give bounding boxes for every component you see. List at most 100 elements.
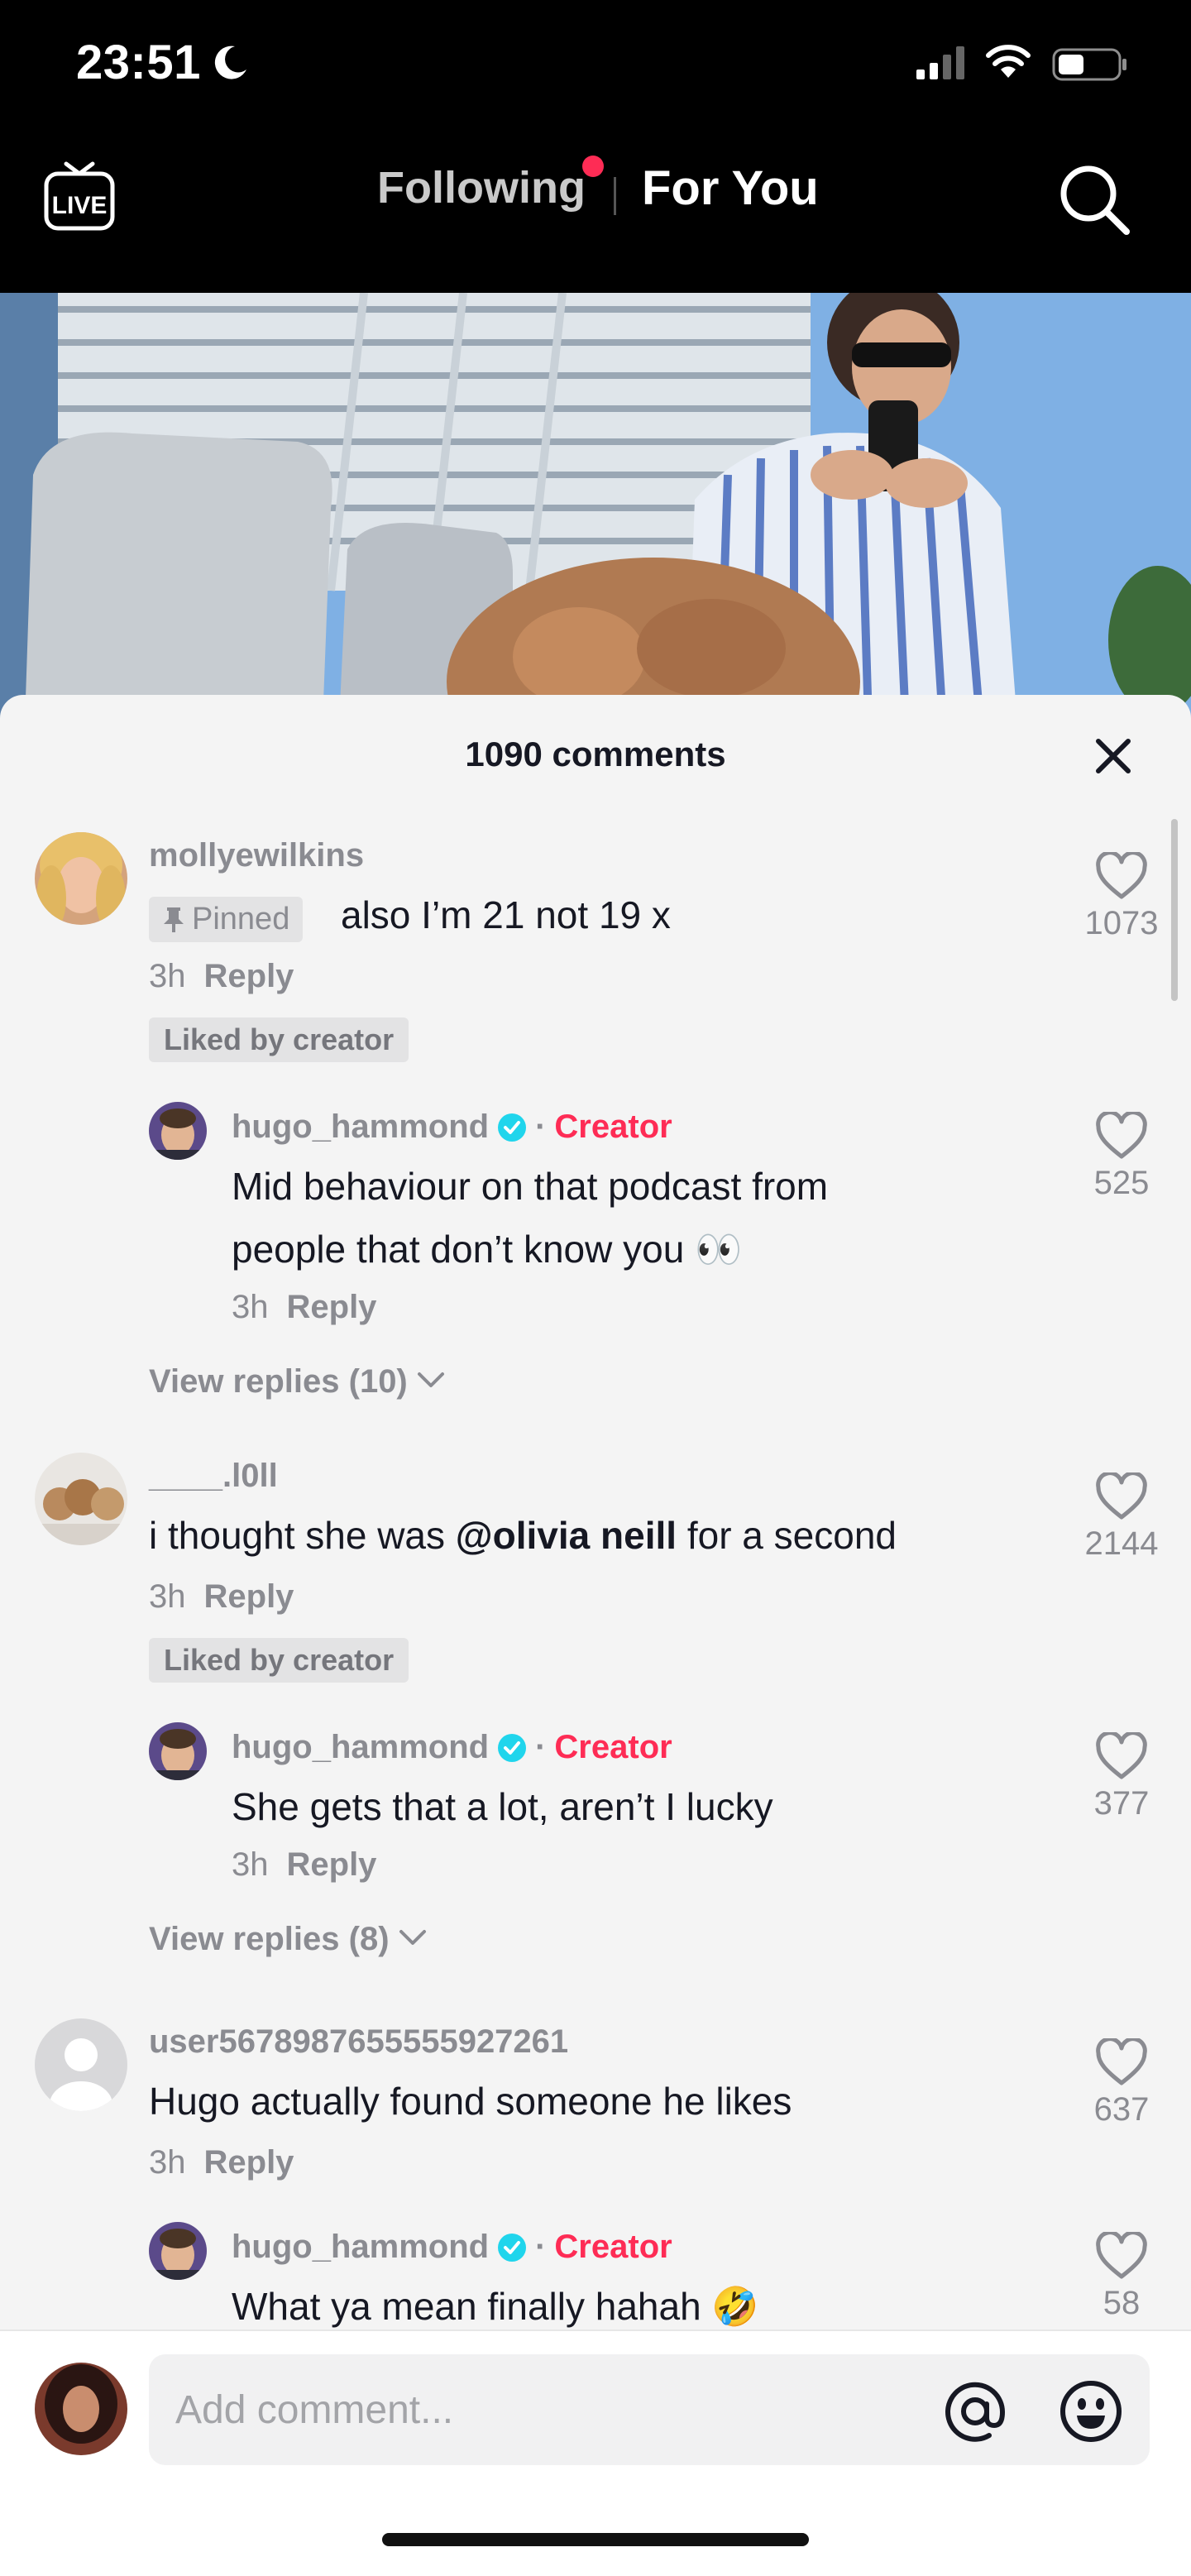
- view-replies-button[interactable]: View replies (10): [149, 1363, 446, 1401]
- like-count: 525: [1093, 1165, 1150, 1201]
- comments-sheet: 1090 comments mollyewilkins Pinned also …: [0, 695, 1191, 2576]
- reply-meta: 3h Reply: [232, 1289, 376, 1326]
- avatar-image: [149, 1102, 207, 1160]
- avatar[interactable]: [149, 2222, 207, 2280]
- like-button[interactable]: 637: [1072, 2038, 1171, 2128]
- live-icon[interactable]: LIVE: [43, 159, 116, 233]
- at-icon[interactable]: [943, 2379, 1007, 2444]
- comment-time: 3h: [149, 2144, 186, 2181]
- heart-icon: [1096, 2232, 1147, 2279]
- comment-input-box[interactable]: [149, 2354, 1150, 2465]
- scrollbar[interactable]: [1171, 819, 1178, 1001]
- reply-time: 3h: [232, 1289, 269, 1325]
- avatar[interactable]: [149, 1102, 207, 1160]
- comment-text: i thought she was @olivia neill for a se…: [149, 1504, 897, 1567]
- like-count: 377: [1093, 1785, 1150, 1822]
- reply-username[interactable]: hugo_hammond: [232, 1729, 489, 1765]
- nav-divider: [614, 177, 616, 215]
- comment-username[interactable]: ____.l0ll: [149, 1458, 278, 1495]
- avatar[interactable]: [149, 1722, 207, 1780]
- reply-text-line-2: people that don’t know you 👀: [232, 1228, 743, 1271]
- comments-count-title: 1090 comments: [465, 735, 726, 773]
- reply-username-line: hugo_hammond · Creator: [232, 1729, 672, 1765]
- comment-text: Hugo actually found someone he likes: [149, 2080, 792, 2123]
- avatar[interactable]: [35, 2018, 127, 2111]
- emoji-icon[interactable]: [1059, 2379, 1123, 2444]
- my-avatar[interactable]: [35, 2363, 127, 2455]
- comment-time: 3h: [149, 1578, 186, 1615]
- video-frame-image: [0, 293, 1191, 723]
- reply-username[interactable]: hugo_hammond: [232, 1108, 489, 1145]
- battery-icon: [1052, 48, 1126, 81]
- signal-icon: [916, 46, 964, 79]
- search-icon[interactable]: [1057, 162, 1131, 237]
- reply-text: What ya mean finally hahah 🤣: [232, 2285, 759, 2328]
- reply-button[interactable]: Reply: [204, 958, 294, 994]
- comment-username[interactable]: user5678987655555927261: [149, 2023, 568, 2061]
- tab-for-you[interactable]: For You: [642, 160, 819, 216]
- verified-icon: [498, 1113, 527, 1142]
- like-button[interactable]: 525: [1072, 1112, 1171, 1202]
- liked-by-creator-badge: Liked by creator: [149, 1017, 409, 1062]
- avatar[interactable]: [35, 1453, 127, 1545]
- wifi-icon: [986, 45, 1031, 78]
- avatar[interactable]: [35, 832, 127, 925]
- like-count: 1073: [1084, 905, 1159, 941]
- reply-button[interactable]: Reply: [204, 2144, 294, 2181]
- reply-button[interactable]: Reply: [287, 1846, 377, 1883]
- comment-composer: [0, 2329, 1191, 2576]
- heart-icon: [1096, 1472, 1147, 1520]
- heart-icon: [1096, 1112, 1147, 1159]
- comment-time: 3h: [149, 958, 186, 994]
- comment-text-after: for a second: [677, 1514, 897, 1557]
- like-button[interactable]: 377: [1072, 1732, 1171, 1822]
- like-count: 2144: [1084, 1525, 1159, 1562]
- following-notification-dot: [582, 156, 604, 177]
- heart-icon: [1096, 2038, 1147, 2085]
- pinned-badge: Pinned: [149, 897, 304, 942]
- view-replies-label: View replies (10): [149, 1363, 408, 1400]
- reply-username-line: hugo_hammond · Creator: [232, 1108, 672, 1145]
- like-count: 58: [1103, 2285, 1141, 2321]
- comment-text-before: i thought she was: [149, 1514, 456, 1557]
- verified-icon: [498, 1734, 527, 1762]
- like-button[interactable]: 58: [1072, 2232, 1171, 2322]
- tab-following[interactable]: Following: [377, 162, 586, 213]
- creator-label: Creator: [554, 1108, 672, 1145]
- avatar-image: [149, 2222, 207, 2280]
- mention-link[interactable]: @olivia neill: [456, 1514, 677, 1557]
- reply-time: 3h: [232, 1846, 269, 1883]
- creator-label: Creator: [554, 2229, 672, 2265]
- default-avatar-icon: [35, 2018, 127, 2111]
- comment-meta: 3h Reply: [149, 1578, 294, 1616]
- reply-username[interactable]: hugo_hammond: [232, 2229, 489, 2265]
- reply-text-line-1: Mid behaviour on that podcast from: [232, 1165, 829, 1208]
- video-preview[interactable]: [0, 293, 1191, 723]
- pinned-label: Pinned: [192, 902, 290, 936]
- view-replies-button[interactable]: View replies (8): [149, 1921, 428, 1958]
- reply-button[interactable]: Reply: [287, 1289, 377, 1325]
- pin-icon: [164, 907, 184, 932]
- moon-icon: [214, 45, 246, 79]
- comment-username[interactable]: mollyewilkins: [149, 837, 364, 874]
- live-label: LIVE: [52, 192, 108, 219]
- like-button[interactable]: 2144: [1072, 1472, 1171, 1563]
- heart-icon: [1096, 1732, 1147, 1779]
- close-icon[interactable]: [1088, 731, 1138, 781]
- liked-by-creator-badge: Liked by creator: [149, 1638, 409, 1683]
- like-button[interactable]: 1073: [1072, 852, 1171, 942]
- chevron-down-icon: [399, 1930, 426, 1945]
- status-bar: 23:51: [0, 0, 1191, 129]
- comment-text: also I’m 21 not 19 x: [341, 893, 671, 936]
- avatar-image: [35, 2363, 127, 2455]
- reply-button[interactable]: Reply: [204, 1578, 294, 1615]
- comment-input[interactable]: [175, 2354, 920, 2465]
- verified-icon: [498, 2234, 527, 2262]
- reply-username-line: hugo_hammond · Creator: [232, 2229, 672, 2265]
- reply-text: She gets that a lot, aren’t I lucky: [232, 1785, 773, 1828]
- home-indicator[interactable]: [382, 2533, 809, 2546]
- view-replies-label: View replies (8): [149, 1921, 390, 1957]
- avatar-image: [35, 832, 127, 925]
- like-count: 637: [1093, 2091, 1150, 2128]
- heart-icon: [1096, 852, 1147, 899]
